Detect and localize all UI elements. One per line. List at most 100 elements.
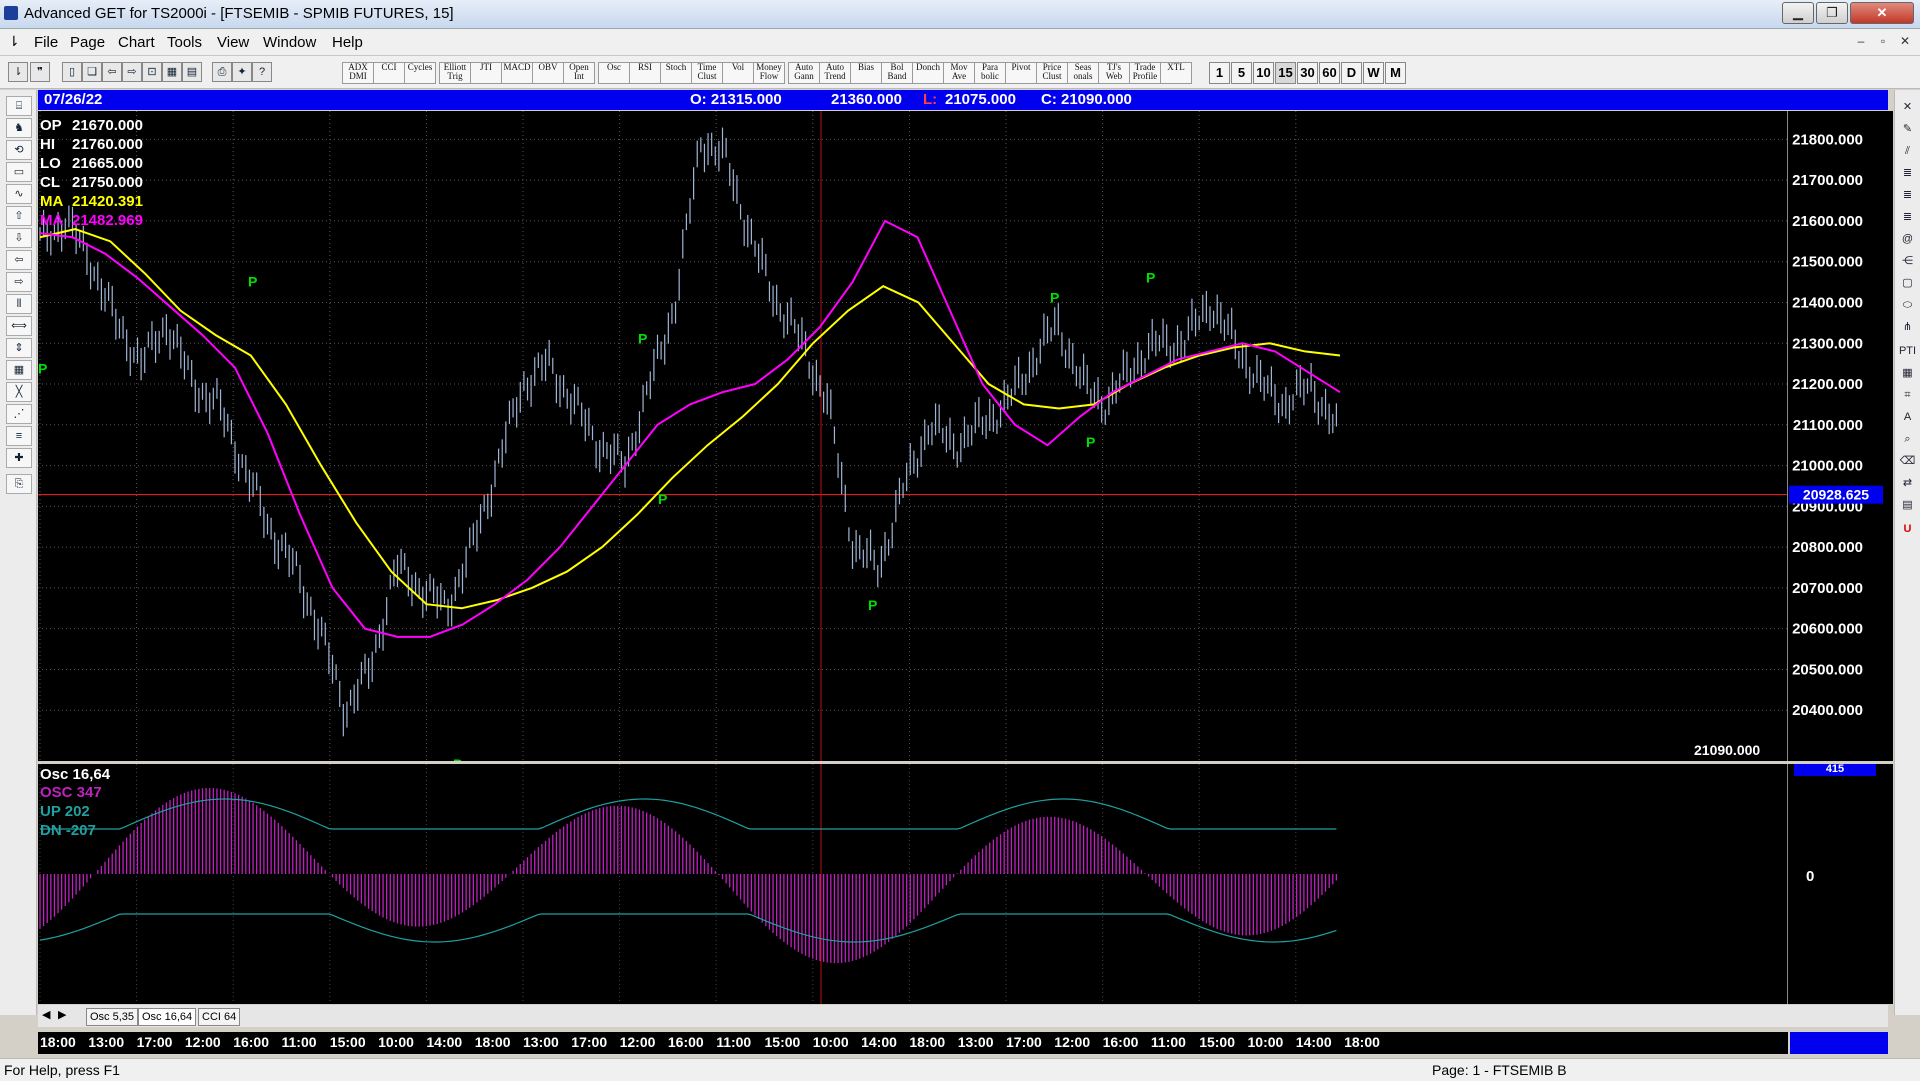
undo-icon[interactable]: U [1898,520,1917,538]
timeframe-button-5[interactable]: 5 [1231,62,1252,84]
indicator-button-trade-profile[interactable]: Trade Profile [1129,62,1161,84]
oscillator-chart[interactable] [38,764,1893,1004]
spiral-icon[interactable]: @ [1898,230,1917,248]
copy-icon[interactable]: ❏ [82,62,102,82]
bars-icon[interactable]: ⫴ [6,294,32,314]
maximize-button[interactable]: ❐ [1816,2,1848,24]
timeframe-button-m[interactable]: M [1385,62,1406,84]
arrow-right-icon[interactable]: ⇨ [6,272,32,292]
crosshair-icon[interactable]: ✚ [6,448,32,468]
arrow-up-icon[interactable]: ⇧ [6,206,32,226]
menu-view[interactable]: View [217,34,249,51]
indicator-button-cycles[interactable]: Cycles [404,62,436,84]
timeframe-button-d[interactable]: D [1341,62,1362,84]
indicator-button-macd[interactable]: MACD [501,62,533,84]
box-icon[interactable]: ▢ [1898,274,1917,292]
timeframe-button-30[interactable]: 30 [1297,62,1318,84]
swap-icon[interactable]: ⇄ [1898,474,1917,492]
fib-time-icon[interactable]: ≣ [1898,208,1917,226]
indicator-button-mov-ave[interactable]: Mov Ave [943,62,975,84]
expand-icon[interactable]: ⟺ [6,316,32,336]
timeframe-button-10[interactable]: 10 [1253,62,1274,84]
indicator-button-adx-dmi[interactable]: ADX DMI [342,62,374,84]
menu-help[interactable]: Help [332,34,363,51]
study-icon[interactable]: ▭ [6,162,32,182]
indicator-button-elliott-trig[interactable]: Elliott Trig [439,62,471,84]
price-chart[interactable]: 21800.000 21700.000 21600.000 21500.000 2140… [38,111,1893,761]
timeframe-button-60[interactable]: 60 [1319,62,1340,84]
pencil-icon[interactable]: ✎ [1898,120,1917,138]
tab-osc-5-35[interactable]: Osc 5,35 [86,1008,139,1026]
fib-icon[interactable]: ≡ [6,426,32,446]
close-button[interactable]: ✕ [1850,2,1914,24]
pointer-icon[interactable]: ⇂ [8,62,28,82]
print-icon[interactable]: ⎙ [212,62,232,82]
indicator-button-vol[interactable]: Vol [722,62,754,84]
indicator-button-time-clust[interactable]: Time Clust [691,62,723,84]
oscillator-pane[interactable]: Osc 16,64 OSC 347 UP 202 DN -207 415 0 [38,764,1893,1004]
indicator-button-open-int[interactable]: Open Int [563,62,595,84]
text-icon[interactable]: A [1898,408,1917,426]
indicator-button-osc[interactable]: Osc [598,62,630,84]
help-pointer-icon[interactable]: ? [252,62,272,82]
indicator-button-rsi[interactable]: RSI [629,62,661,84]
menu-page[interactable]: Page [70,34,105,51]
scroll-left-icon[interactable]: ⇦ [102,62,122,82]
tab-osc-16-64[interactable]: Osc 16,64 [138,1008,197,1026]
menu-chart[interactable]: Chart [118,34,155,51]
menu-file[interactable]: File [34,34,58,51]
indicator-button-para-bolic[interactable]: Para bolic [974,62,1006,84]
mob-icon[interactable]: ⌗ [1898,386,1917,404]
mdi-minimize-button[interactable]: – [1852,33,1870,49]
cross-icon[interactable]: ✕ [1898,98,1917,116]
indicator-button-stoch[interactable]: Stoch [660,62,692,84]
indicator-button-auto-gann[interactable]: Auto Gann [788,62,820,84]
compress-icon[interactable]: ⇕ [6,338,32,358]
magnifier-icon[interactable]: ⌕ [1898,430,1917,448]
scroll-right-icon[interactable]: ⇨ [122,62,142,82]
window-icon[interactable]: ▦ [6,360,32,380]
quote-icon[interactable]: ❞ [30,62,50,82]
indicator-button-donch[interactable]: Donch [912,62,944,84]
indicator-button-cci[interactable]: CCI [373,62,405,84]
menu-window[interactable]: Window [263,34,316,51]
calc-icon[interactable]: ▦ [1898,364,1917,382]
zoom-icon[interactable]: ⊡ [142,62,162,82]
pti-icon[interactable]: PTI [1898,342,1917,360]
indicator-button-bias[interactable]: Bias [850,62,882,84]
tab-cci-64[interactable]: CCI 64 [198,1008,241,1026]
arrow-left-icon[interactable]: ⇦ [6,250,32,270]
menu-tools[interactable]: Tools [167,34,202,51]
fib-retracement-icon[interactable]: ≣ [1898,164,1917,182]
minimize-button[interactable]: ▁ [1782,2,1814,24]
elliott-icon[interactable]: ∿ [6,184,32,204]
new-page-icon[interactable]: ▯ [62,62,82,82]
grid-icon[interactable]: ▦ [162,62,182,82]
indicator-button-xtl[interactable]: XTL [1160,62,1192,84]
indicator-button-jti[interactable]: JTI [470,62,502,84]
indicator-button-pivot[interactable]: Pivot [1005,62,1037,84]
fib-extension-icon[interactable]: ≣ [1898,186,1917,204]
arrow-down-icon[interactable]: ⇩ [6,228,32,248]
layout-icon[interactable]: ▤ [182,62,202,82]
clipboard-icon[interactable]: ⎘ [6,474,32,494]
ellipse-icon[interactable]: ⬭ [1898,296,1917,314]
timeframe-button-15[interactable]: 15 [1275,62,1296,84]
eraser-icon[interactable]: ⌫ [1898,452,1917,470]
price-chart-pane[interactable]: 21800.000 21700.000 21600.000 21500.000 2140… [38,111,1893,761]
indicator-button-auto-trend[interactable]: Auto Trend [819,62,851,84]
indicator-button-obv[interactable]: OBV [532,62,564,84]
tab-scroll-left-icon[interactable]: ◀ [42,1008,50,1021]
timeframe-button-1[interactable]: 1 [1209,62,1230,84]
bear-bull-icon[interactable]: ♞ [6,118,32,138]
template-icon[interactable]: ▤ [1898,496,1917,514]
document-icon[interactable]: ⇂ [8,33,22,51]
indicator-button-tj-s-web[interactable]: TJ's Web [1098,62,1130,84]
light-bulb-icon[interactable]: ✦ [232,62,252,82]
folder-icon[interactable]: ⌸ [6,96,32,116]
channel-icon[interactable]: ⫽ [1898,142,1917,160]
gann-icon[interactable]: ⋰ [6,404,32,424]
mdi-restore-button[interactable]: ▫ [1874,33,1892,49]
lines-icon[interactable]: ╳ [6,382,32,402]
pitchfork-icon[interactable]: ⋔ [1898,318,1917,336]
